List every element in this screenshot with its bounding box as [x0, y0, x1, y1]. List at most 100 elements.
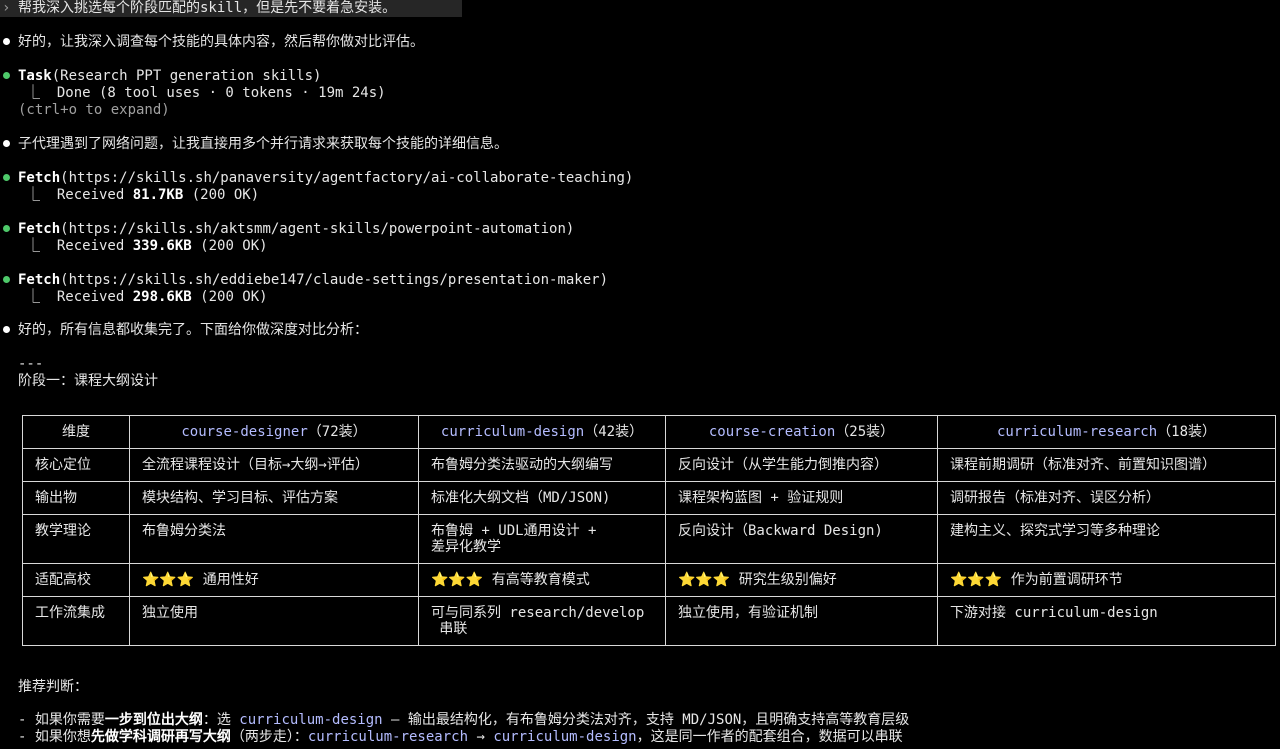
bullet-dot-icon [3, 326, 10, 333]
fetch-call: Fetch(https://skills.sh/eddiebe147/claud… [18, 272, 608, 289]
cell-text: 作为前置调研环节 [1002, 572, 1123, 588]
fetch-size: 298.6KB [132, 289, 192, 305]
table-cell: 反向设计（从学生能力倒推内容） [665, 448, 938, 482]
fetch-tool-name: Fetch [18, 221, 61, 237]
table-cell: 调研报告（标准对齐、误区分析） [937, 481, 1276, 515]
table-row: 适配高校 ⭐⭐⭐ 通用性好 ⭐⭐⭐ 有高等教育模式 ⭐⭐⭐ 研究生级别偏好 ⭐⭐… [22, 563, 1276, 597]
tool-status-dot-icon [3, 276, 10, 283]
skill-name: curriculum-research [307, 729, 469, 745]
table-row: 输出物 模块结构、学习目标、评估方案 标准化大纲文档（MD/JSON) 课程架构… [22, 481, 1276, 515]
bullet-dot-icon [3, 140, 10, 147]
table-cell: 布鲁姆分类法 [129, 514, 419, 564]
table-cell: 标准化大纲文档（MD/JSON) [418, 481, 666, 515]
separator: --- [18, 356, 44, 372]
table-cell: 下游对接 curriculum-design [937, 596, 1276, 646]
table-cell: 布鲁姆 + UDL通用设计 + 差异化教学 [418, 514, 666, 564]
fetch-call: Fetch(https://skills.sh/aktsmm/agent-ski… [18, 221, 574, 238]
assistant-message: 子代理遇到了网络问题，让我直接用多个并行请求来获取每个技能的详细信息。 [18, 136, 508, 152]
expand-hint[interactable]: (ctrl+o to expand) [18, 102, 170, 119]
star-rating-icon: ⭐⭐⭐ [431, 572, 484, 588]
header-skill: course-designer（72装） [129, 415, 419, 449]
install-count: （18装） [1157, 424, 1216, 440]
task-args: (Research PPT generation skills) [51, 68, 322, 84]
fetch-result-prefix: ⎿ Received [26, 238, 133, 254]
table-row: 工作流集成 独立使用 可与同系列 research/develop 串联 独立使… [22, 596, 1276, 646]
recommend-title: 推荐判断： [18, 679, 88, 695]
table-cell: ⭐⭐⭐ 作为前置调研环节 [937, 563, 1276, 597]
header-skill: curriculum-design（42装） [418, 415, 666, 449]
cell-text: 研究生级别偏好 [730, 572, 837, 588]
rec-text: – 输出最结构化，有布鲁姆分类法对齐，支持 MD/JSON，且明确支持高等教育层… [382, 712, 910, 728]
table-cell: 建构主义、探究式学习等多种理论 [937, 514, 1276, 564]
table-cell: 全流程课程设计（目标→大纲→评估） [129, 448, 419, 482]
bullet-dot-icon [3, 38, 10, 45]
fetch-size: 81.7KB [132, 187, 184, 203]
stage-title: 阶段一：课程大纲设计 [18, 373, 158, 389]
rec-text: - 如果你需要 [18, 712, 105, 728]
row-label: 输出物 [22, 481, 130, 515]
fetch-status: (200 OK) [191, 289, 268, 305]
header-dimension: 维度 [22, 415, 130, 449]
install-count: （42装） [584, 424, 644, 440]
recommendation-item: - 如果你想先做学科调研再写大纲（两步走）：curriculum-researc… [18, 729, 903, 746]
skill-name: curriculum-design [493, 729, 637, 745]
table-cell: ⭐⭐⭐ 有高等教育模式 [418, 563, 666, 597]
table-cell: 独立使用，有验证机制 [665, 596, 938, 646]
prompt-caret-icon: › [2, 0, 11, 16]
comparison-table: 维度 course-designer（72装） curriculum-desig… [22, 415, 1276, 646]
fetch-url: (https://skills.sh/aktsmm/agent-skills/p… [60, 221, 575, 237]
skill-name: curriculum-design [239, 712, 383, 728]
fetch-tool-name: Fetch [18, 170, 61, 186]
task-result: ⎿ Done (8 tool uses · 0 tokens · 19m 24s… [26, 85, 386, 101]
row-label: 核心定位 [22, 448, 130, 482]
table-cell: 课程架构蓝图 + 验证规则 [665, 481, 938, 515]
arrow-icon: → [468, 729, 494, 745]
task-tool-name: Task [18, 68, 52, 84]
table-cell: ⭐⭐⭐ 通用性好 [129, 563, 419, 597]
fetch-size: 339.6KB [132, 238, 192, 254]
fetch-result: ⎿ Received 339.6KB (200 OK) [26, 238, 268, 255]
fetch-result-prefix: ⎿ Received [26, 289, 133, 305]
row-label: 教学理论 [22, 514, 130, 564]
install-count: （25装） [835, 424, 895, 440]
header-skill: course-creation（25装） [665, 415, 938, 449]
fetch-result: ⎿ Received 298.6KB (200 OK) [26, 289, 268, 306]
cell-text: 有高等教育模式 [483, 572, 590, 588]
rec-text: - 如果你想 [18, 729, 91, 745]
star-rating-icon: ⭐⭐⭐ [678, 572, 731, 588]
task-call: Task(Research PPT generation skills) [18, 68, 321, 85]
star-rating-icon: ⭐⭐⭐ [142, 572, 195, 588]
table-cell: 独立使用 [129, 596, 419, 646]
skill-name: curriculum-research [996, 424, 1158, 440]
table-cell: 模块结构、学习目标、评估方案 [129, 481, 419, 515]
fetch-result: ⎿ Received 81.7KB (200 OK) [26, 187, 259, 204]
table-cell: 反向设计（Backward Design) [665, 514, 938, 564]
tool-status-dot-icon [3, 174, 10, 181]
skill-name: course-creation [708, 424, 836, 440]
rec-emphasis: 先做学科调研再写大纲 [90, 729, 231, 745]
fetch-url: (https://skills.sh/panaversity/agentfact… [60, 170, 634, 186]
table-cell: 布鲁姆分类法驱动的大纲编写 [418, 448, 666, 482]
table-cell: 可与同系列 research/develop 串联 [418, 596, 666, 646]
tool-status-dot-icon [3, 72, 10, 79]
fetch-result-prefix: ⎿ Received [26, 187, 133, 203]
table-row: 教学理论 布鲁姆分类法 布鲁姆 + UDL通用设计 + 差异化教学 反向设计（B… [22, 514, 1276, 564]
recommendation-item: - 如果你需要一步到位出大纲：选 curriculum-design – 输出最… [18, 712, 909, 729]
user-prompt-text: 帮我深入挑选每个阶段匹配的skill，但是先不要着急安装。 [18, 0, 397, 16]
tool-status-dot-icon [3, 225, 10, 232]
table-cell: 课程前期调研（标准对齐、前置知识图谱） [937, 448, 1276, 482]
fetch-url: (https://skills.sh/eddiebe147/claude-set… [60, 272, 609, 288]
rec-emphasis: 一步到位出大纲 [104, 712, 203, 728]
fetch-call: Fetch(https://skills.sh/panaversity/agen… [18, 170, 633, 187]
rec-text: ，这是同一作者的配套组合，数据可以串联 [636, 729, 903, 745]
table-row: 核心定位 全流程课程设计（目标→大纲→评估） 布鲁姆分类法驱动的大纲编写 反向设… [22, 448, 1276, 482]
table-cell: ⭐⭐⭐ 研究生级别偏好 [665, 563, 938, 597]
skill-name: curriculum-design [440, 424, 585, 440]
assistant-message: 好的，所有信息都收集完了。下面给你做深度对比分析： [18, 322, 368, 338]
skill-name: course-designer [181, 424, 308, 440]
row-label: 适配高校 [22, 563, 130, 597]
rec-text: （两步走）： [230, 729, 308, 745]
fetch-tool-name: Fetch [18, 272, 61, 288]
install-count: （72装） [307, 424, 367, 440]
assistant-message: 好的，让我深入调查每个技能的具体内容，然后帮你做对比评估。 [18, 34, 424, 50]
